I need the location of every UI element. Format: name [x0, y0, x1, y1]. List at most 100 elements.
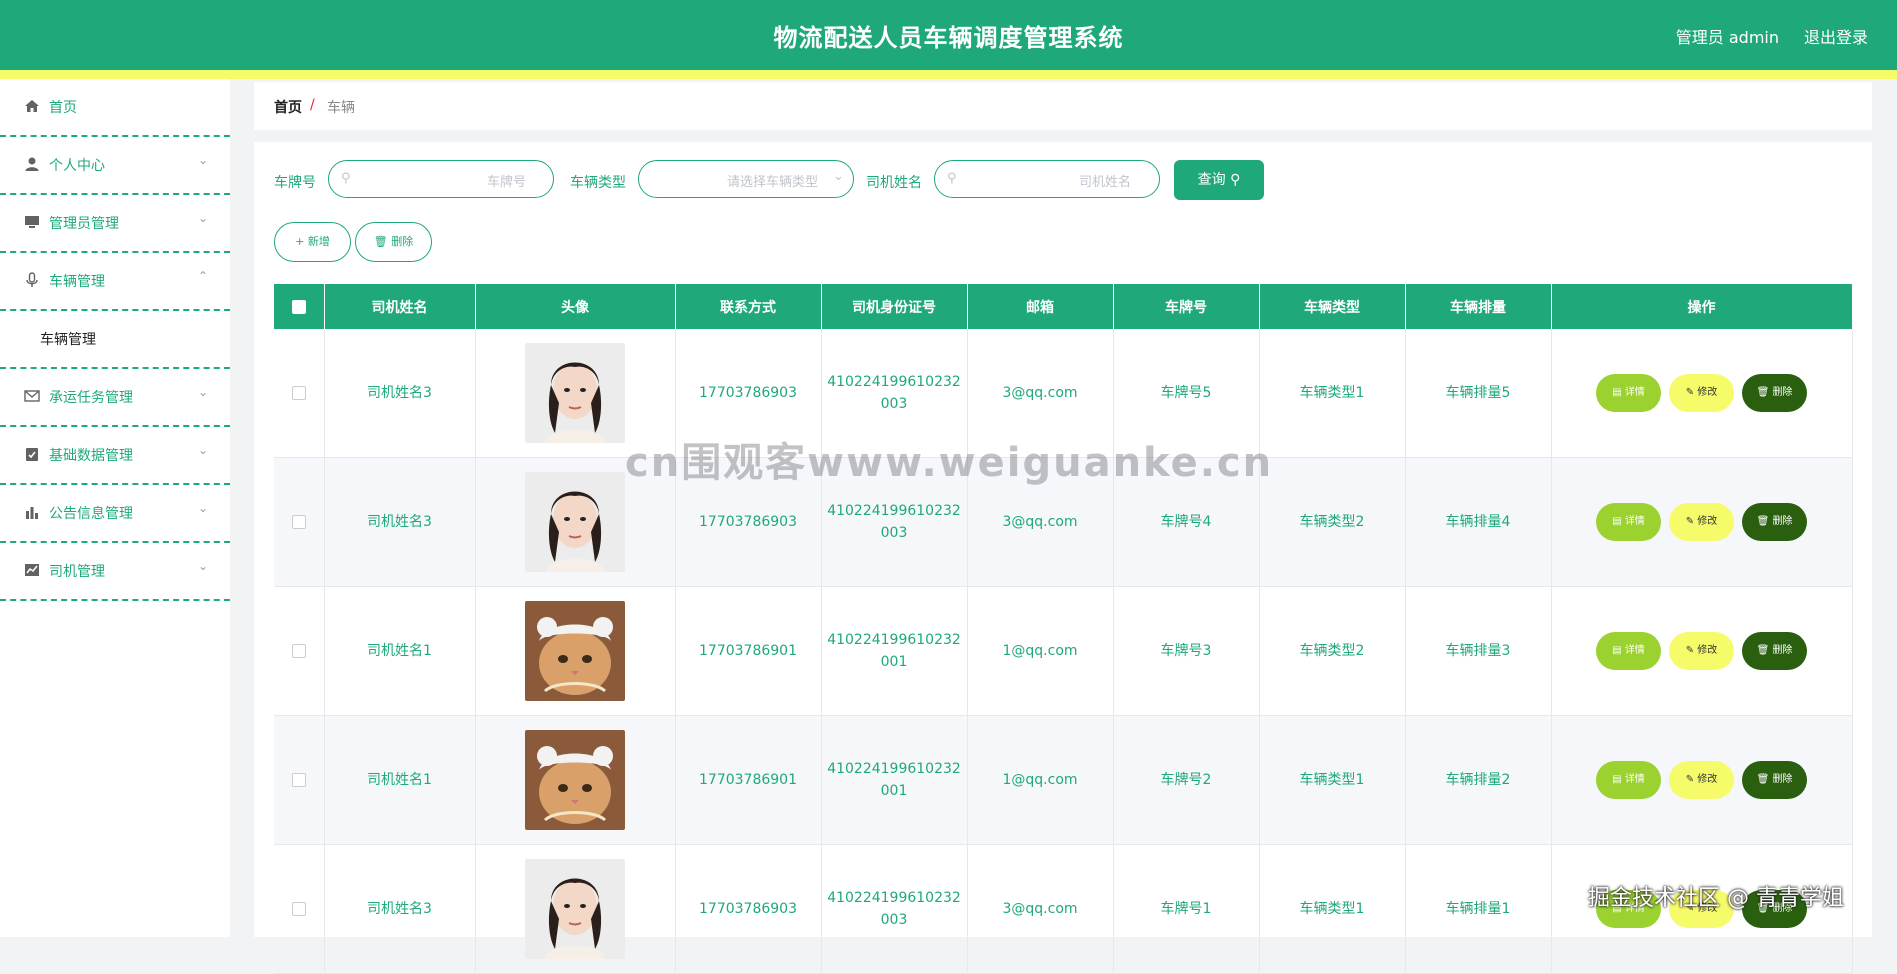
monitor-icon	[25, 216, 39, 228]
email-cell: 3@qq.com	[967, 844, 1114, 974]
sidebar-item-label: 首页	[49, 100, 77, 116]
add-button[interactable]: + 新增	[274, 222, 351, 262]
breadcrumb: 首页 / 车辆	[254, 82, 1872, 130]
chevron-down-icon: ⌄	[833, 169, 844, 184]
edit-button-label: 修改	[1697, 387, 1718, 398]
clipboard-check-icon	[26, 448, 38, 461]
sidebar-item-personal-center[interactable]: 个人中心 ⌄	[0, 137, 230, 195]
phone-cell: 17703786903	[675, 844, 822, 974]
displacement-cell: 车辆排量4	[1405, 457, 1552, 587]
watermark-center: cn围观客www.weiguanke.cn	[625, 440, 1274, 486]
phone-cell: 17703786901	[675, 586, 822, 716]
column-header[interactable]: 车牌号	[1113, 284, 1260, 329]
row-checkbox[interactable]	[291, 902, 306, 916]
row-checkbox[interactable]	[291, 515, 306, 529]
column-header: 操作	[1551, 284, 1853, 329]
column-header[interactable]: 司机身份证号	[821, 284, 968, 329]
avatar-cell	[475, 844, 676, 974]
submenu-item-vehicle-management[interactable]: 车辆管理	[40, 329, 96, 349]
plate-placeholder: 车牌号	[487, 175, 527, 190]
query-button[interactable]: 查询 ⚲	[1174, 160, 1264, 200]
top-header: 物流配送人员车辆调度管理系统 管理员 admin 退出登录	[0, 0, 1897, 70]
delete-button-label: 删除	[1772, 774, 1793, 785]
driver-name-input[interactable]: ⚲ 司机姓名	[934, 160, 1160, 198]
row-checkbox[interactable]	[291, 644, 306, 658]
delete-button[interactable]: 🗑 删除	[1742, 374, 1807, 412]
delete-button-label: 删除	[1772, 645, 1793, 656]
avatar[interactable]	[525, 601, 625, 701]
batch-delete-button[interactable]: 🗑 删除	[355, 222, 432, 262]
delete-button[interactable]: 🗑 删除	[1742, 761, 1807, 799]
avatar[interactable]	[525, 730, 625, 830]
sidebar-item-driver-management[interactable]: 司机管理 ⌄	[0, 543, 230, 601]
user-icon	[25, 157, 39, 171]
detail-button[interactable]: ▤ 详情	[1596, 632, 1661, 670]
vehicle-type-cell: 车辆类型1	[1259, 329, 1406, 458]
pencil-icon: ✎	[1685, 774, 1698, 785]
avatar[interactable]	[525, 343, 625, 443]
delete-button[interactable]: 🗑 删除	[1742, 503, 1807, 541]
document-icon: ▤	[1612, 387, 1625, 398]
detail-button-label: 详情	[1624, 645, 1645, 656]
sidebar-item-announcement[interactable]: 公告信息管理 ⌄	[0, 485, 230, 543]
search-icon: ⚲	[947, 171, 957, 186]
detail-button[interactable]: ▤ 详情	[1596, 374, 1661, 412]
column-header[interactable]: 邮箱	[967, 284, 1114, 329]
edit-button[interactable]: ✎ 修改	[1669, 374, 1734, 412]
chevron-down-icon: ⌄	[197, 211, 208, 225]
avatar[interactable]	[525, 859, 625, 959]
row-checkbox[interactable]	[291, 773, 306, 787]
column-header[interactable]: 车辆类型	[1259, 284, 1406, 329]
search-icon: ⚲	[1230, 172, 1241, 188]
trash-icon: 🗑	[1756, 774, 1773, 785]
edit-button[interactable]: ✎ 修改	[1669, 503, 1734, 541]
document-icon: ▤	[1612, 516, 1625, 527]
breadcrumb-home[interactable]: 首页	[274, 97, 302, 117]
id-number-cell: 410224199610232 001	[821, 715, 968, 845]
home-icon	[25, 100, 39, 112]
vehicle-type-cell: 车辆类型1	[1259, 844, 1406, 974]
sidebar-item-basic-data[interactable]: 基础数据管理 ⌄	[0, 427, 230, 485]
sidebar-item-label: 承运任务管理	[49, 390, 133, 406]
select-all-cell	[274, 284, 325, 329]
edit-button[interactable]: ✎ 修改	[1669, 632, 1734, 670]
logout-link[interactable]: 退出登录	[1804, 24, 1868, 48]
sidebar-item-admin-management[interactable]: 管理员管理 ⌄	[0, 195, 230, 253]
column-header[interactable]: 车辆排量	[1405, 284, 1552, 329]
id-number-part: 410224199610232	[827, 761, 961, 777]
vehicle-table: 司机姓名 头像 联系方式 司机身份证号 邮箱 车牌号 车辆类型 车辆排量 操作 …	[274, 284, 1853, 974]
edit-button-label: 修改	[1697, 645, 1718, 656]
sidebar-item-home[interactable]: 首页	[0, 79, 230, 137]
sidebar-item-label: 基础数据管理	[49, 448, 133, 464]
select-all-checkbox[interactable]	[291, 299, 306, 314]
detail-button-label: 详情	[1624, 387, 1645, 398]
id-number-cell: 410224199610232 001	[821, 586, 968, 716]
delete-button[interactable]: 🗑 删除	[1742, 632, 1807, 670]
row-select-cell	[274, 457, 325, 587]
column-header[interactable]: 联系方式	[675, 284, 822, 329]
delete-button-label: 删除	[1772, 387, 1793, 398]
chevron-up-icon: ⌃	[197, 269, 208, 283]
avatar[interactable]	[525, 472, 625, 572]
edit-button[interactable]: ✎ 修改	[1669, 761, 1734, 799]
microphone-icon	[26, 272, 38, 287]
detail-button[interactable]: ▤ 详情	[1596, 503, 1661, 541]
row-select-cell	[274, 844, 325, 974]
sidebar-item-vehicle-management[interactable]: 车辆管理 ⌃	[0, 253, 230, 311]
plate-input[interactable]: ⚲ 车牌号	[328, 160, 554, 198]
detail-button[interactable]: ▤ 详情	[1596, 761, 1661, 799]
sidebar-item-task-management[interactable]: 承运任务管理 ⌄	[0, 369, 230, 427]
query-button-label: 查询	[1197, 172, 1226, 188]
column-header[interactable]: 司机姓名	[324, 284, 476, 329]
breadcrumb-current: 车辆	[327, 100, 355, 116]
phone-cell: 17703786901	[675, 715, 822, 845]
id-number-part: 410224199610232	[827, 503, 961, 519]
edit-button-label: 修改	[1697, 774, 1718, 785]
column-header[interactable]: 头像	[475, 284, 676, 329]
id-number-part: 003	[880, 525, 908, 541]
vehicle-type-select[interactable]: 请选择车辆类型 ⌄	[638, 160, 854, 198]
header-stripe	[0, 70, 1897, 79]
sidebar-item-label: 管理员管理	[49, 216, 119, 232]
row-checkbox[interactable]	[291, 386, 306, 400]
app-title: 物流配送人员车辆调度管理系统	[773, 24, 1124, 52]
